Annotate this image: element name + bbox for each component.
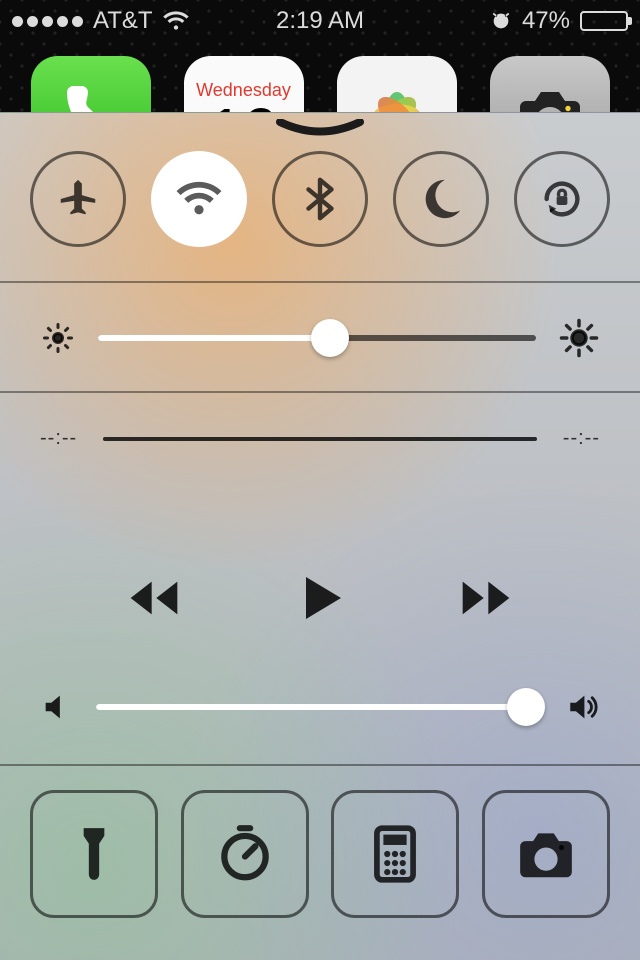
flashlight-button[interactable]	[30, 790, 158, 918]
wifi-toggle[interactable]	[151, 151, 247, 247]
carrier-label: AT&T	[93, 7, 153, 35]
airplane-mode-toggle[interactable]	[30, 151, 126, 247]
status-bar: AT&T 2:19 AM 47%	[0, 0, 640, 42]
wifi-icon	[176, 176, 222, 222]
rewind-button[interactable]	[126, 570, 182, 626]
brightness-high-icon	[558, 317, 600, 359]
camera-icon	[515, 823, 577, 885]
forward-button[interactable]	[458, 570, 514, 626]
elapsed-time: --:--	[40, 427, 77, 450]
bluetooth-icon	[297, 176, 343, 222]
forward-icon	[458, 570, 514, 626]
play-icon	[292, 570, 348, 626]
music-area: --:-- --:--	[0, 393, 640, 764]
moon-icon	[418, 176, 464, 222]
calculator-icon	[364, 823, 426, 885]
rotation-lock-icon	[539, 176, 585, 222]
volume-high-icon	[566, 690, 600, 724]
brightness-slider[interactable]	[98, 324, 536, 352]
brightness-row	[0, 283, 640, 391]
calculator-button[interactable]	[331, 790, 459, 918]
brightness-low-icon	[40, 320, 76, 356]
scrubber[interactable]	[103, 437, 537, 441]
rewind-icon	[126, 570, 182, 626]
rotation-lock-toggle[interactable]	[514, 151, 610, 247]
play-button[interactable]	[292, 570, 348, 626]
camera-button[interactable]	[482, 790, 610, 918]
flashlight-icon	[63, 823, 125, 885]
remaining-time: --:--	[563, 427, 600, 450]
do-not-disturb-toggle[interactable]	[393, 151, 489, 247]
bluetooth-toggle[interactable]	[272, 151, 368, 247]
airplane-icon	[55, 176, 101, 222]
volume-low-icon	[40, 690, 74, 724]
signal-strength	[12, 16, 83, 27]
battery-percent-label: 47%	[522, 7, 570, 35]
alarm-icon	[490, 10, 512, 32]
transport-controls	[40, 570, 600, 626]
battery-icon	[580, 11, 628, 31]
wifi-status-icon	[163, 8, 189, 34]
control-center-panel: --:-- --:--	[0, 112, 640, 960]
timer-icon	[214, 823, 276, 885]
shortcut-row	[0, 766, 640, 946]
toggle-row	[0, 113, 640, 281]
timer-button[interactable]	[181, 790, 309, 918]
volume-slider[interactable]	[96, 693, 544, 721]
